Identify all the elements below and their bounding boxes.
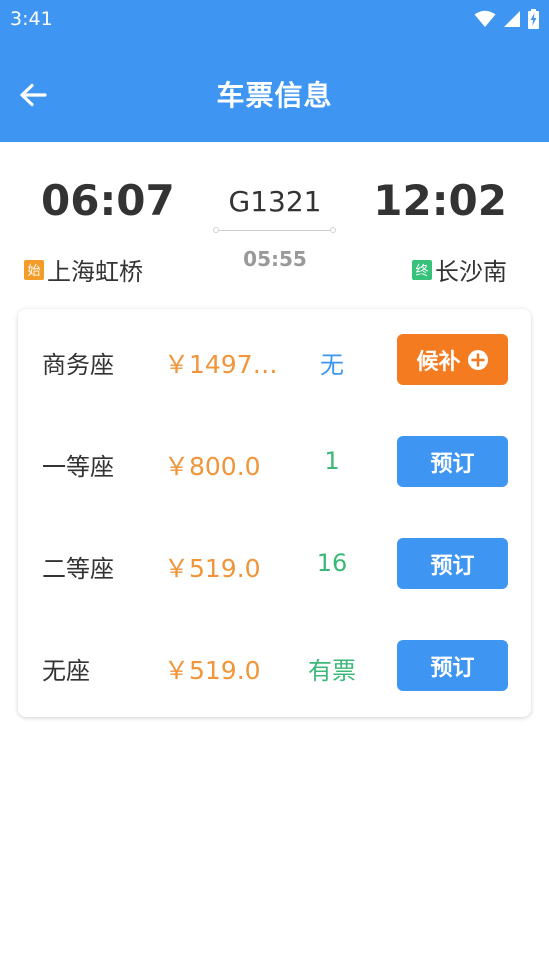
status-time: 3:41	[10, 8, 53, 30]
seat-price: ￥1497…	[164, 350, 278, 379]
book-button-label: 预订	[430, 451, 475, 477]
route-end-dot	[330, 227, 336, 233]
route-line	[216, 230, 333, 231]
arrival-station-name: 长沙南	[435, 258, 507, 286]
seat-row-second-class: 二等座 ￥519.0 16 预订	[18, 513, 531, 615]
arrival-time: 12:02	[373, 176, 507, 225]
seat-row-no-seat: 无座 ￥519.0 有票 预订	[18, 615, 531, 717]
seat-name: 一等座	[42, 453, 114, 481]
departure-station: 始 上海虹桥	[24, 252, 143, 287]
seat-price: ￥519.0	[164, 554, 261, 583]
trip-duration: 05:55	[243, 247, 307, 271]
seat-availability: 无	[320, 351, 344, 379]
end-station-tag: 终	[412, 259, 432, 280]
seat-name: 二等座	[42, 555, 114, 583]
waitlist-button[interactable]: 候补	[397, 334, 508, 385]
status-icons	[474, 8, 539, 30]
train-number: G1321	[228, 185, 322, 218]
book-button-label: 预订	[430, 655, 475, 681]
book-button[interactable]: 预订	[397, 640, 508, 691]
arrival-station: 终 长沙南	[412, 252, 507, 287]
book-button-label: 预订	[430, 553, 475, 579]
book-button[interactable]: 预订	[397, 436, 508, 487]
departure-station-name: 上海虹桥	[47, 258, 143, 286]
seat-name: 无座	[42, 657, 90, 685]
page-title: 车票信息	[216, 79, 333, 112]
seat-row-first-class: 一等座 ￥800.0 1 预订	[18, 411, 531, 513]
plus-circle-icon	[467, 349, 488, 370]
cellular-signal-icon	[504, 11, 520, 27]
seat-availability: 1	[324, 447, 340, 475]
seat-price: ￥519.0	[164, 656, 261, 685]
wifi-icon	[474, 10, 496, 27]
departure-time: 06:07	[41, 176, 175, 225]
waitlist-button-label: 候补	[416, 349, 461, 375]
seat-list-card: 商务座 ￥1497… 无 候补 一等座 ￥800.0 1 预订 二等座 ￥519…	[18, 309, 531, 717]
seat-availability: 有票	[308, 657, 356, 685]
seat-row-business: 商务座 ￥1497… 无 候补	[18, 309, 531, 411]
start-station-tag: 始	[24, 259, 44, 280]
seat-price: ￥800.0	[164, 452, 261, 481]
route-start-dot	[213, 227, 219, 233]
battery-charging-icon	[528, 9, 539, 29]
book-button[interactable]: 预订	[397, 538, 508, 589]
app-bar: 3:41 车票信息	[0, 0, 549, 142]
seat-name: 商务座	[42, 351, 114, 379]
seat-availability: 16	[316, 549, 348, 577]
